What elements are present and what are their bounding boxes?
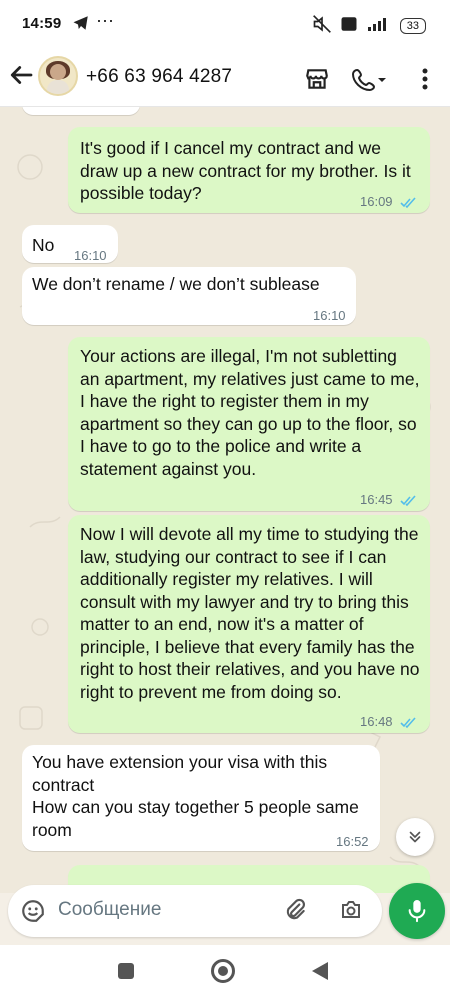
chat-area[interactable]: It's good if I cancel my contract and we… [0,107,450,893]
back-arrow-icon[interactable] [6,60,36,90]
contact-title[interactable]: +66 63 964 4287 [86,66,232,88]
message-text: We don’t rename / we don’t sublease [32,274,320,294]
status-icons: 33 [312,14,426,38]
message-composer[interactable]: Сообщение [8,885,382,937]
recent-apps-icon[interactable] [118,963,134,979]
avatar[interactable] [38,56,78,96]
status-bar: 14:59 ··· 33 [0,0,450,50]
message-time: 16:10 [313,308,346,323]
read-checkmark-icon [400,717,416,728]
paperclip-icon[interactable] [282,897,308,930]
signal-icon [366,16,392,36]
storefront-icon[interactable] [300,62,334,96]
message-bubble[interactable]: It's good if I cancel my contract and we… [68,127,430,213]
message-bubble[interactable]: Your actions are illegal, I'm not sublet… [68,337,430,511]
camera-icon[interactable] [338,898,364,927]
message-text: Your actions are illegal, I'm not sublet… [80,346,425,479]
message-input[interactable]: Сообщение [58,899,161,921]
message-text: Now I will devote all my time to studyin… [80,524,425,702]
back-triangle-icon[interactable] [312,962,328,980]
message-time: 16:09 [360,191,418,214]
scroll-to-bottom-button[interactable] [396,818,434,856]
more-vertical-icon[interactable] [408,62,442,96]
double-chevron-down-icon [409,831,421,843]
message-time-value: 16:09 [360,194,393,209]
home-icon[interactable] [211,959,235,983]
message-time: 16:48 [360,711,418,734]
read-checkmark-icon [400,197,416,208]
message-text: You have extension your visa with this c… [32,752,359,840]
message-text: No [32,235,55,255]
call-icon[interactable] [352,62,386,96]
avatar-face [50,64,66,80]
system-nav-bar [0,945,450,1000]
sticker-icon[interactable] [20,898,46,929]
message-time: 16:52 [336,834,369,849]
microphone-button[interactable] [389,883,445,939]
avatar-body [47,80,69,94]
microphone-icon [408,900,426,923]
message-time-value: 16:45 [360,492,393,507]
message-bubble[interactable]: We don’t rename / we don’t sublease 16:1… [22,267,356,325]
message-bubble[interactable]: You have extension your visa with this c… [22,745,380,851]
volte-icon [340,15,358,37]
message-bubble[interactable]: Now I will devote all my time to studyin… [68,515,430,733]
message-time: 16:10 [74,248,107,263]
chat-header: +66 63 964 4287 [0,50,450,107]
more-status-icon: ··· [96,10,114,30]
message-bubble-partial [22,107,140,115]
mute-icon [312,14,332,38]
read-checkmark-icon [400,495,416,506]
battery-icon: 33 [399,18,426,34]
message-time-value: 16:48 [360,714,393,729]
message-bubble[interactable]: No 16:10 [22,225,118,263]
message-time: 16:45 [360,489,418,512]
status-time: 14:59 [22,15,62,32]
telegram-icon [72,14,90,36]
